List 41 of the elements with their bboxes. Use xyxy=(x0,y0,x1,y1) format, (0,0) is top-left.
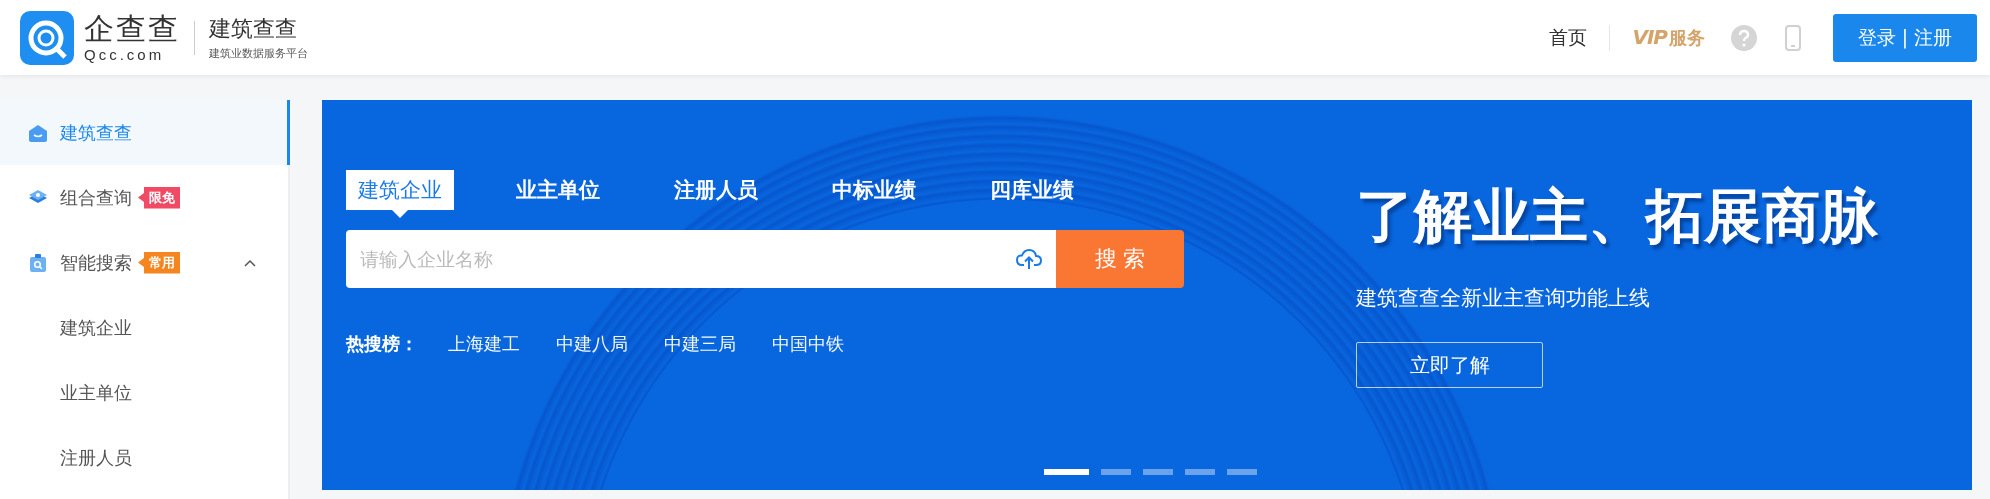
house-icon xyxy=(28,122,48,143)
logo-icon xyxy=(20,10,74,65)
search-field[interactable]: 请输入企业名称 xyxy=(346,230,1056,288)
cloud-upload-icon[interactable] xyxy=(1016,248,1042,270)
tag-badge: 限免 xyxy=(138,186,180,209)
carousel-indicator[interactable] xyxy=(1227,469,1257,475)
caret-icon[interactable] xyxy=(244,258,256,267)
hot-search-link[interactable]: 中建八局 xyxy=(556,332,628,356)
search-tab[interactable]: 注册人员 xyxy=(662,170,770,218)
login-register-button[interactable]: 登录 | 注册 xyxy=(1833,13,1977,62)
carousel-indicator[interactable] xyxy=(1185,469,1215,475)
sidebar-item[interactable]: 建筑企业 xyxy=(0,295,288,360)
logo-text: 企查查 xyxy=(84,12,180,46)
banner-headline: 了解业主、拓展商脉 xyxy=(1356,181,1878,252)
sidebar-item[interactable]: 注册人员 xyxy=(0,425,288,490)
sidebar-item[interactable]: 业主单位 xyxy=(0,360,288,425)
hot-search-link[interactable]: 中国中铁 xyxy=(772,332,844,356)
learn-more-button[interactable]: 立即了解 xyxy=(1356,342,1543,388)
product-tagline: 建筑业数据服务平台 xyxy=(209,46,308,61)
sidebar-item[interactable]: 建筑查查 xyxy=(0,100,288,165)
hot-search-label: 热搜榜： xyxy=(346,332,418,356)
search-tab[interactable]: 建筑企业 xyxy=(346,170,454,218)
logo-domain: Qcc.com xyxy=(84,46,166,63)
carousel-indicator[interactable] xyxy=(1101,469,1131,475)
sidebar-item[interactable]: 组合查询 限免 xyxy=(0,165,288,230)
phone-icon[interactable] xyxy=(1785,24,1801,51)
sidebar-item[interactable]: 智能搜索 常用 xyxy=(0,230,288,295)
search-button[interactable]: 搜 索 xyxy=(1056,230,1184,288)
banner-subtitle: 建筑查查全新业主查询功能上线 xyxy=(1356,285,1651,312)
search-tab[interactable]: 中标业绩 xyxy=(820,170,928,218)
hot-search-link[interactable]: 上海建工 xyxy=(448,332,520,356)
search-tab[interactable]: 四库业绩 xyxy=(978,170,1086,218)
search-tab[interactable]: 业主单位 xyxy=(504,170,612,218)
hot-search-link[interactable]: 中建三局 xyxy=(664,332,736,356)
home-link[interactable]: 首页 xyxy=(1549,24,1588,51)
tag-badge: 常用 xyxy=(138,251,180,274)
carousel-indicator[interactable] xyxy=(1044,469,1089,475)
product-name: 建筑查查 xyxy=(209,15,298,43)
carousel-indicator[interactable] xyxy=(1143,469,1173,475)
help-icon[interactable] xyxy=(1731,24,1757,51)
clipboard-search-icon xyxy=(28,252,48,273)
